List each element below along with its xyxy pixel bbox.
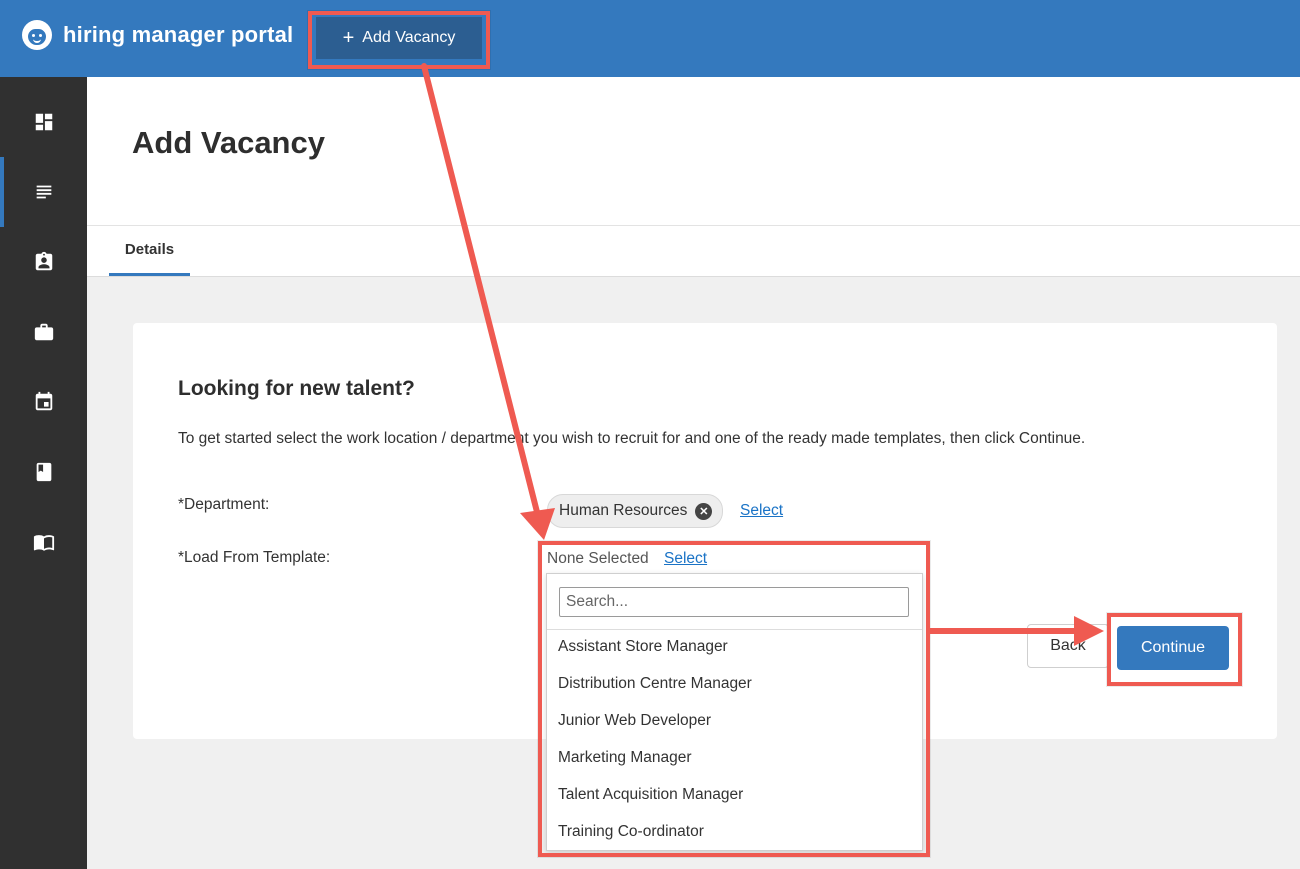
template-dropdown: Assistant Store Manager Distribution Cen… [546, 573, 923, 851]
template-option[interactable]: Junior Web Developer [558, 712, 711, 730]
card-description: To get started select the work location … [178, 430, 1086, 447]
add-vacancy-label: Add Vacancy [362, 29, 456, 46]
sidebar-item-library[interactable] [0, 437, 87, 507]
sidebar-item-candidates[interactable] [0, 227, 87, 297]
continue-button[interactable]: Continue [1117, 626, 1229, 670]
sidebar-item-calendar[interactable] [0, 367, 87, 437]
department-select-link[interactable]: Select [740, 502, 783, 520]
smiley-logo-icon [22, 20, 52, 50]
plus-icon: + [342, 27, 355, 49]
department-chip-label: Human Resources [559, 502, 688, 519]
briefcase-icon [34, 323, 53, 341]
remove-chip-icon[interactable]: ✕ [695, 502, 713, 520]
sidebar-item-vacancies[interactable] [0, 157, 87, 227]
add-vacancy-button[interactable]: + Add Vacancy [316, 17, 482, 59]
sidebar-item-guide[interactable] [0, 507, 87, 577]
template-select-link[interactable]: Select [664, 550, 707, 568]
clipboard-person-icon [35, 251, 52, 271]
back-button[interactable]: Back [1027, 624, 1109, 668]
template-option[interactable]: Training Co-ordinator [558, 823, 704, 841]
sidebar-item-jobs[interactable] [0, 297, 87, 367]
template-option[interactable]: Marketing Manager [558, 749, 692, 767]
dropdown-search-area [547, 574, 922, 630]
brand-name: hiring manager portal [63, 22, 294, 47]
department-chip: Human Resources ✕ [547, 494, 724, 528]
template-option[interactable]: Assistant Store Manager [558, 638, 728, 656]
template-option[interactable]: Talent Acquisition Manager [558, 786, 743, 804]
sidebar [0, 77, 87, 869]
list-icon [36, 185, 51, 199]
page-header: Add Vacancy [87, 77, 1300, 226]
page-title: Add Vacancy [132, 125, 325, 160]
tab-details[interactable]: Details [109, 226, 190, 276]
top-bar: hiring manager portal + Add Vacancy [0, 0, 1300, 77]
card-title: Looking for new talent? [178, 377, 415, 400]
calendar-icon [35, 391, 52, 411]
template-search-input[interactable] [559, 587, 909, 617]
tab-bar: Details [87, 226, 1300, 277]
sidebar-item-dashboard[interactable] [0, 87, 87, 157]
open-book-icon [33, 535, 54, 551]
template-label: *Load From Template: [178, 549, 331, 566]
template-option[interactable]: Distribution Centre Manager [558, 675, 752, 693]
department-label: *Department: [178, 496, 270, 513]
template-value: None Selected [547, 550, 649, 567]
bookmark-book-icon [36, 462, 51, 482]
dashboard-icon [35, 113, 52, 131]
